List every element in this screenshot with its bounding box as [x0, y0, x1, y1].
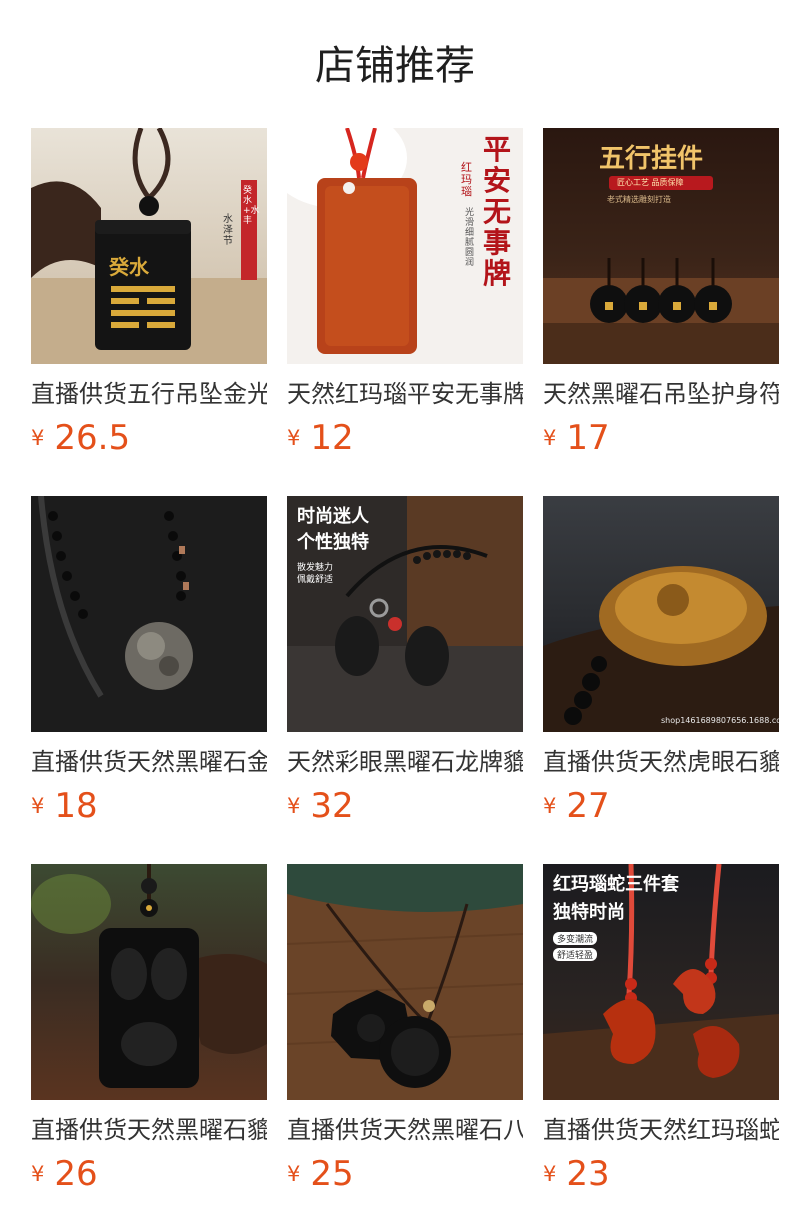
product-card[interactable]: 时尚迷人 个性独特 散发魅力 佩戴舒适 天然彩眼黑曜石龙牌貔貅 ¥32	[287, 496, 523, 826]
price-value: 26	[54, 1154, 98, 1194]
product-name[interactable]: 直播供货天然虎眼石貔貅	[543, 744, 779, 780]
price-value: 25	[310, 1154, 354, 1194]
product-name[interactable]: 天然黑曜石吊坠护身符	[543, 376, 779, 412]
image-caption: 老式精选雕刻打造	[607, 195, 671, 204]
product-price: ¥17	[543, 418, 610, 458]
image-caption: 个性独特	[297, 532, 369, 553]
product-card[interactable]: 直播供货天然黑曜石八卦 ¥25	[287, 864, 523, 1194]
currency-symbol: ¥	[287, 426, 301, 450]
currency-symbol: ¥	[543, 1162, 557, 1186]
image-caption: 红玛瑙	[461, 161, 472, 198]
product-card[interactable]: 红玛瑙蛇三件套 独特时尚 多变潮流 舒适轻盈 直播供货天然红玛瑙蛇 ¥23	[543, 864, 779, 1194]
product-card[interactable]: 五行挂件 匠心工艺 品质保障 老式精选雕刻打造 天然黑曜石吊坠护身符 ¥17	[543, 128, 779, 458]
product-image[interactable]: 平安无事牌 红玛瑙 光滑细腻圆润	[287, 128, 523, 364]
image-caption: 平安无事牌	[483, 133, 512, 290]
product-name[interactable]: 直播供货天然黑曜石八卦	[287, 1112, 523, 1148]
currency-symbol: ¥	[31, 794, 45, 818]
currency-symbol: ¥	[31, 1162, 45, 1186]
product-image[interactable]: shop1461689807656.1688.com	[543, 496, 779, 732]
price-value: 12	[310, 418, 354, 458]
currency-symbol: ¥	[287, 1162, 301, 1186]
product-card[interactable]: 平安无事牌 红玛瑙 光滑细腻圆润 天然红玛瑙平安无事牌 ¥12	[287, 128, 523, 458]
product-name[interactable]: 直播供货天然黑曜石貔貅	[31, 1112, 267, 1148]
product-name[interactable]: 直播供货天然红玛瑙蛇	[543, 1112, 779, 1148]
image-caption: 癸水+水丰	[243, 186, 260, 226]
product-card[interactable]: 癸水 水泽节 癸水+水丰 直播供货五行吊坠金光 ¥26.5	[31, 128, 267, 458]
product-image[interactable]: 癸水 水泽节 癸水+水丰	[31, 128, 267, 364]
page-title: 店铺推荐	[315, 43, 475, 89]
price-value: 26.5	[54, 418, 131, 458]
image-caption: 匠心工艺 品质保障	[617, 178, 684, 187]
product-name[interactable]: 直播供货天然黑曜石金曜石	[31, 744, 267, 780]
product-image[interactable]	[287, 864, 523, 1100]
product-image[interactable]	[31, 496, 267, 732]
product-price: ¥12	[287, 418, 354, 458]
price-value: 17	[566, 418, 610, 458]
product-price: ¥27	[543, 786, 610, 826]
product-price: ¥23	[543, 1154, 610, 1194]
product-price: ¥32	[287, 786, 354, 826]
product-card[interactable]: 直播供货天然黑曜石貔貅 ¥26	[31, 864, 267, 1194]
product-image[interactable]: 时尚迷人 个性独特 散发魅力 佩戴舒适	[287, 496, 523, 732]
product-card[interactable]: 直播供货天然黑曜石金曜石 ¥18	[31, 496, 267, 826]
product-image[interactable]: 五行挂件 匠心工艺 品质保障 老式精选雕刻打造	[543, 128, 779, 364]
image-caption: 时尚迷人	[297, 506, 369, 527]
image-caption: 癸水	[109, 255, 149, 279]
image-watermark: shop1461689807656.1688.com	[661, 716, 779, 725]
product-name[interactable]: 直播供货五行吊坠金光	[31, 376, 267, 412]
image-caption: 水泽节	[223, 214, 233, 247]
product-image[interactable]: 红玛瑙蛇三件套 独特时尚 多变潮流 舒适轻盈	[543, 864, 779, 1100]
product-name[interactable]: 天然彩眼黑曜石龙牌貔貅	[287, 744, 523, 780]
image-tag: 舒适轻盈	[553, 948, 598, 961]
price-value: 18	[54, 786, 98, 826]
price-value: 27	[566, 786, 610, 826]
product-price: ¥26.5	[31, 418, 130, 458]
currency-symbol: ¥	[543, 794, 557, 818]
product-name[interactable]: 天然红玛瑙平安无事牌	[287, 376, 523, 412]
price-value: 23	[566, 1154, 610, 1194]
price-value: 32	[310, 786, 354, 826]
product-image[interactable]	[31, 864, 267, 1100]
currency-symbol: ¥	[287, 794, 301, 818]
currency-symbol: ¥	[543, 426, 557, 450]
product-card[interactable]: shop1461689807656.1688.com 直播供货天然虎眼石貔貅 ¥…	[543, 496, 779, 826]
image-caption: 红玛瑙蛇三件套	[553, 874, 679, 895]
image-caption: 五行挂件	[599, 144, 704, 174]
product-price: ¥25	[287, 1154, 354, 1194]
product-price: ¥18	[31, 786, 98, 826]
currency-symbol: ¥	[31, 426, 45, 450]
image-caption: 佩戴舒适	[297, 575, 334, 585]
product-price: ¥26	[31, 1154, 98, 1194]
image-tag: 多变潮流	[553, 932, 598, 945]
image-caption: 光滑细腻圆润	[465, 208, 475, 268]
image-caption: 独特时尚	[553, 902, 625, 923]
